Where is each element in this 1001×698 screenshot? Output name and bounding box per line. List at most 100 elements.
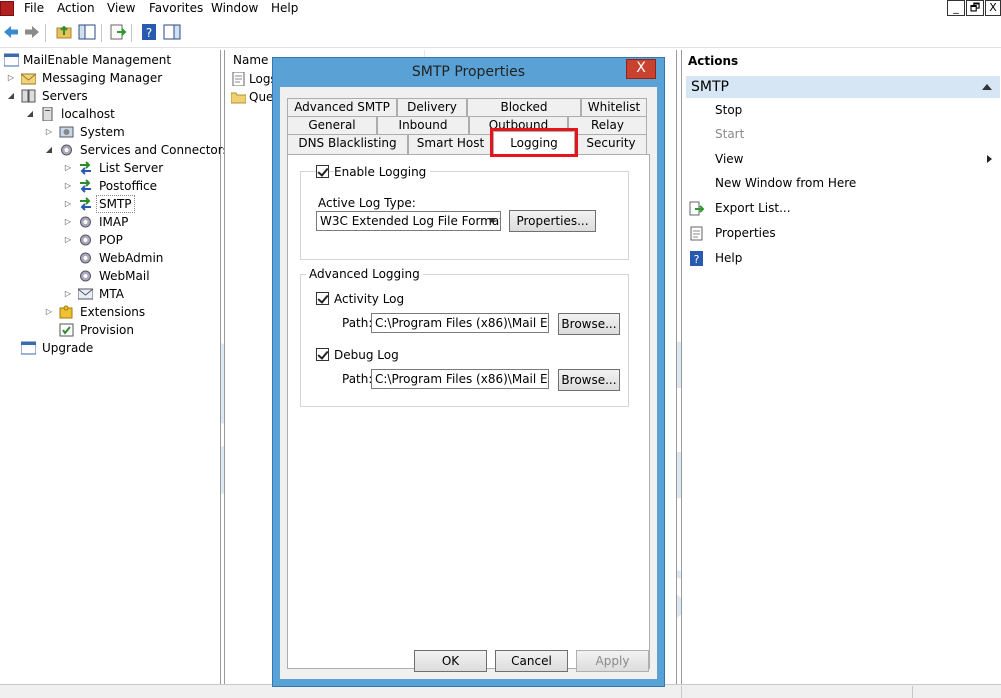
tree-label: WebAdmin (99, 251, 164, 265)
action-view[interactable]: View (682, 149, 1000, 169)
tree-label: Provision (80, 323, 135, 337)
show-hide-tree-icon[interactable] (78, 23, 98, 43)
submenu-arrow-icon (987, 155, 992, 163)
enable-logging-checkbox[interactable] (316, 165, 329, 178)
properties-icon (690, 226, 703, 241)
menu-help[interactable]: Help (271, 0, 298, 16)
tab-security[interactable]: Security (575, 134, 647, 154)
export-list-icon (689, 201, 704, 216)
action-start[interactable]: Start (682, 124, 1000, 144)
active-log-type-select[interactable]: W3C Extended Log File Format (316, 211, 501, 231)
dialog-body: Advanced SMTP Delivery Blocked Addresses… (280, 87, 657, 679)
activity-log-path-input[interactable]: C:\Program Files (x86)\Mail Enable\l (371, 313, 549, 333)
expand-arrow-icon[interactable]: ▷ (63, 159, 73, 177)
up-folder-icon[interactable] (55, 23, 73, 43)
toolbar-separator (131, 24, 132, 42)
tab-relay[interactable]: Relay (568, 116, 647, 134)
gear-icon (80, 216, 91, 228)
tab-inbound[interactable]: Inbound (377, 116, 469, 134)
help-icon: ? (690, 251, 703, 266)
action-pane-icon[interactable] (163, 23, 183, 43)
tree-label: MailEnable Management (23, 53, 172, 67)
envelope-icon (21, 73, 36, 85)
collapse-arrow-icon[interactable]: ◢ (44, 141, 54, 159)
collapse-arrow-icon[interactable]: ◢ (6, 87, 16, 105)
debug-log-checkbox[interactable] (316, 348, 329, 361)
mailenable-app-icon[interactable] (0, 1, 14, 16)
action-stop[interactable]: Stop (682, 100, 1000, 120)
minimize-button[interactable]: _ (947, 0, 965, 16)
dialog-close-button[interactable]: X (626, 59, 656, 79)
tab-blocked-addresses[interactable]: Blocked Addresses (467, 98, 581, 131)
folder-icon (231, 92, 246, 104)
activity-log-checkbox[interactable] (316, 292, 329, 305)
menu-window[interactable]: Window (211, 0, 258, 16)
action-help[interactable]: ? Help (682, 248, 1000, 268)
action-label: View (715, 152, 744, 166)
actions-pane: Actions SMTP Stop Start View New Window … (681, 50, 1001, 684)
tab-advanced-smtp[interactable]: Advanced SMTP (287, 98, 397, 116)
expand-arrow-icon[interactable]: ▷ (63, 285, 73, 303)
action-new-window[interactable]: New Window from Here (682, 173, 1000, 193)
svg-text:?: ? (146, 26, 152, 40)
restore-button[interactable]: 🗗 (966, 0, 984, 16)
active-log-type-value: W3C Extended Log File Format (320, 214, 501, 228)
expand-arrow-icon[interactable]: ▷ (63, 231, 73, 249)
debug-browse-button[interactable]: Browse... (558, 369, 620, 391)
expand-arrow-icon[interactable]: ▷ (44, 123, 54, 141)
gear-icon (80, 270, 91, 282)
status-cell (912, 686, 1001, 698)
action-label: Stop (715, 103, 743, 117)
debug-path-label: Path: (342, 372, 373, 386)
expand-arrow-icon[interactable]: ▷ (63, 195, 73, 213)
tab-whitelist[interactable]: Whitelist (581, 98, 647, 116)
action-properties[interactable]: Properties (682, 223, 1000, 243)
expand-arrow-icon[interactable]: ▷ (6, 69, 16, 87)
gear-icon (80, 252, 91, 264)
menu-view[interactable]: View (107, 0, 135, 16)
smtp-properties-dialog: SMTP Properties X Advanced SMTP Delivery… (272, 57, 665, 687)
expand-arrow-icon[interactable]: ▷ (63, 177, 73, 195)
tab-smart-host[interactable]: Smart Host (408, 134, 493, 154)
action-label: Properties (715, 226, 776, 240)
export-list-icon[interactable] (109, 23, 127, 43)
debug-log-label: Debug Log (334, 348, 399, 362)
menu-favorites[interactable]: Favorites (149, 0, 203, 16)
debug-log-path-input[interactable]: C:\Program Files (x86)\Mail Enable\l (371, 369, 549, 389)
expand-arrow-icon[interactable]: ▷ (44, 303, 54, 321)
actions-section-smtp[interactable]: SMTP (686, 76, 1000, 98)
action-export-list[interactable]: Export List... (682, 198, 1000, 218)
expand-arrow-icon[interactable]: ▷ (63, 213, 73, 231)
chevron-down-icon (488, 218, 496, 223)
tree-label: Services and Connectors (80, 143, 229, 157)
log-properties-button[interactable]: Properties... (509, 210, 596, 232)
tree-label: Upgrade (42, 341, 94, 355)
forward-icon[interactable] (23, 23, 41, 43)
close-window-button[interactable]: X (985, 0, 1001, 16)
tab-dns-blacklisting[interactable]: DNS Blacklisting (287, 134, 408, 154)
puzzle-icon (59, 305, 73, 319)
action-label: Export List... (715, 201, 791, 215)
connector-arrows-icon (80, 161, 91, 175)
collapse-caret-icon[interactable] (982, 84, 992, 90)
help-icon[interactable]: ? (140, 23, 158, 43)
ok-button[interactable]: OK (414, 650, 487, 672)
collapse-arrow-icon[interactable]: ◢ (25, 105, 35, 123)
menu-action[interactable]: Action (57, 0, 95, 16)
provision-icon (59, 323, 74, 337)
menu-file[interactable]: File (24, 0, 44, 16)
tree-label: System (80, 125, 125, 139)
connector-arrows-icon (80, 197, 91, 211)
activity-path-label: Path: (342, 316, 373, 330)
back-icon[interactable] (2, 23, 20, 43)
gear-icon (80, 234, 91, 246)
tab-general[interactable]: General (287, 116, 377, 134)
action-label: Start (715, 127, 745, 141)
activity-browse-button[interactable]: Browse... (558, 313, 620, 335)
logging-tab-panel: Enable Logging Active Log Type: W3C Exte… (287, 154, 650, 669)
cancel-button[interactable]: Cancel (495, 650, 568, 672)
dialog-title: SMTP Properties (411, 64, 526, 80)
tree-label: List Server (99, 161, 164, 175)
apply-button[interactable]: Apply (576, 650, 649, 672)
tab-delivery[interactable]: Delivery (397, 98, 467, 116)
